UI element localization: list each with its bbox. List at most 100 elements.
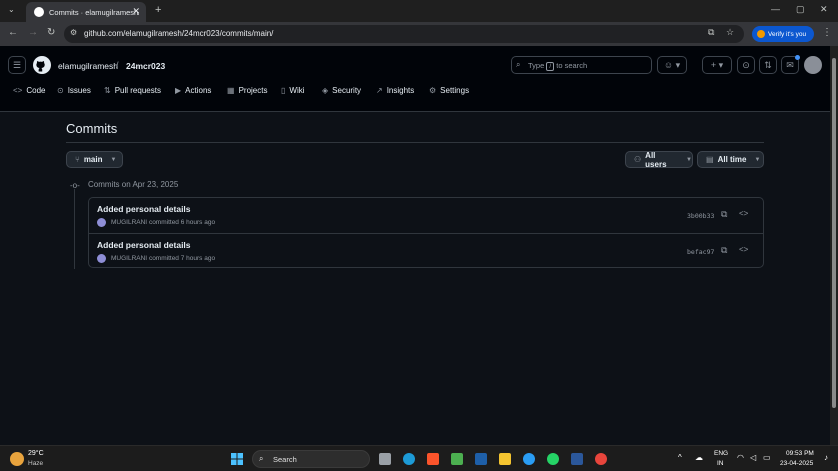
tab-security[interactable]: ◈ Security: [322, 86, 361, 95]
commit-row[interactable]: Added personal details MUGILRANI committ…: [89, 198, 763, 233]
insights-icon: ↗: [376, 86, 383, 95]
tab-pull-requests[interactable]: ⇅ Pull requests: [104, 86, 161, 95]
onedrive-icon[interactable]: ☁: [695, 453, 703, 462]
commit-time: 7 hours ago: [180, 255, 216, 262]
repo-owner-link[interactable]: elamugilramesh: [58, 61, 118, 71]
windows-start-icon[interactable]: [231, 453, 243, 465]
browser-menu-icon[interactable]: ⋮: [822, 27, 832, 38]
repo-name-link[interactable]: 24mcr023: [126, 61, 165, 71]
address-bar[interactable]: ⚙ github.com/elamugilramesh/24mcr023/com…: [64, 25, 744, 43]
taskbar-search-label: Search: [273, 455, 297, 464]
tab-code[interactable]: <> Code: [13, 86, 45, 95]
close-window-icon[interactable]: ✕: [820, 4, 828, 15]
back-icon[interactable]: ←: [8, 27, 18, 38]
profile-badge-icon: [757, 30, 765, 38]
close-tab-icon[interactable]: ✕: [132, 6, 140, 17]
file-explorer-icon[interactable]: [499, 453, 511, 465]
store-icon[interactable]: [451, 453, 463, 465]
commit-message-link[interactable]: Added personal details: [97, 204, 191, 214]
create-new-button[interactable]: + ▾: [702, 56, 732, 74]
forward-icon[interactable]: →: [28, 27, 38, 38]
chevron-down-icon: ▼: [110, 156, 117, 163]
page-scrollbar[interactable]: [830, 46, 838, 445]
search-shortcut-key: /: [546, 62, 555, 71]
wifi-icon[interactable]: ◠: [737, 453, 744, 462]
tab-menu-icon[interactable]: ⌄: [8, 5, 15, 14]
github-favicon-icon: [34, 7, 44, 17]
copilot-button[interactable]: ☺ ▾: [657, 56, 687, 74]
search-icon: ⌕: [516, 60, 521, 69]
github-header: ☰ elamugilramesh / 24mcr023 ⌕ Type / to …: [0, 46, 830, 112]
clock-date[interactable]: 23-04-2025: [780, 460, 813, 467]
url-text: github.com/elamugilramesh/24mcr023/commi…: [84, 29, 274, 38]
author-avatar[interactable]: [97, 254, 106, 263]
commit-author-link[interactable]: MUGILRANI: [111, 219, 147, 226]
task-view-icon[interactable]: [379, 453, 391, 465]
browser-app-icon[interactable]: [523, 453, 535, 465]
browse-code-icon[interactable]: <>: [739, 209, 748, 218]
new-tab-icon[interactable]: +: [155, 4, 161, 16]
commit-message-link[interactable]: Added personal details: [97, 240, 191, 250]
issues-button[interactable]: ⊙: [737, 56, 755, 74]
chrome-icon[interactable]: [595, 453, 607, 465]
input-region[interactable]: IN: [717, 460, 724, 467]
install-app-icon[interactable]: ⧉: [708, 27, 714, 38]
reload-icon[interactable]: ↻: [47, 27, 55, 38]
brave-icon[interactable]: [427, 453, 439, 465]
commit-sha-link[interactable]: befac97: [687, 248, 714, 256]
tab-actions-label: Actions: [185, 86, 212, 95]
github-logo-icon[interactable]: [33, 56, 51, 74]
branch-label: main: [83, 155, 103, 164]
pull-requests-button[interactable]: ⇅: [759, 56, 777, 74]
browse-code-icon[interactable]: <>: [739, 245, 748, 254]
time-filter-label: All time: [717, 155, 747, 164]
maximize-icon[interactable]: ▢: [796, 4, 805, 15]
verify-identity-button[interactable]: Verify it's you: [752, 26, 814, 42]
users-filter-button[interactable]: ⚇ All users ▼: [625, 151, 693, 169]
tab-settings[interactable]: ⚙ Settings: [429, 86, 469, 95]
browser-tab[interactable]: Commits · elamugilramesh/24m ✕: [26, 2, 146, 22]
commit-time: 6 hours ago: [180, 219, 216, 226]
edge-icon[interactable]: [403, 453, 415, 465]
wiki-icon: ▯: [281, 86, 286, 95]
search-placeholder-suffix: to search: [556, 61, 588, 70]
whatsapp-icon[interactable]: [547, 453, 559, 465]
search-input[interactable]: ⌕ Type / to search: [511, 56, 652, 74]
show-hidden-icons-icon[interactable]: ^: [678, 453, 682, 462]
notifications-bell-icon[interactable]: ♪: [824, 453, 828, 462]
taskbar-search[interactable]: ⌕ Search: [252, 450, 370, 468]
tab-projects[interactable]: ▦ Projects: [227, 86, 267, 95]
bookmark-star-icon[interactable]: ☆: [726, 27, 734, 38]
branch-select-button[interactable]: ⑂ main ▼: [66, 151, 123, 168]
weather-condition[interactable]: Haze: [28, 460, 43, 467]
copy-sha-icon[interactable]: ⧉: [721, 245, 727, 256]
user-avatar[interactable]: [804, 56, 822, 74]
tab-wiki[interactable]: ▯ Wiki: [281, 86, 305, 95]
input-language[interactable]: ENG: [714, 450, 728, 457]
tab-insights[interactable]: ↗ Insights: [376, 86, 414, 95]
weather-icon[interactable]: [10, 452, 24, 466]
projects-icon: ▦: [227, 86, 235, 95]
battery-icon[interactable]: ▭: [763, 453, 771, 462]
commit-sha-link[interactable]: 3b00b33: [687, 212, 714, 220]
volume-icon[interactable]: ◁: [750, 453, 756, 462]
weather-temperature[interactable]: 29°C: [28, 450, 44, 457]
word-icon[interactable]: [571, 453, 583, 465]
security-icon: ◈: [322, 86, 329, 95]
hamburger-menu-button[interactable]: ☰: [8, 56, 26, 74]
people-icon: ⚇: [634, 155, 642, 164]
commit-author-link[interactable]: MUGILRANI: [111, 255, 147, 262]
time-filter-button[interactable]: ▤ All time ▼: [697, 151, 764, 168]
site-info-icon[interactable]: ⚙: [70, 28, 77, 37]
tab-issues[interactable]: ⊙ Issues: [57, 86, 91, 95]
copy-sha-icon[interactable]: ⧉: [721, 209, 727, 220]
commit-row[interactable]: Added personal details MUGILRANI committ…: [89, 233, 763, 268]
scrollbar-thumb[interactable]: [832, 58, 836, 408]
minimize-icon[interactable]: —: [771, 4, 780, 14]
author-avatar[interactable]: [97, 218, 106, 227]
vscode-icon[interactable]: [475, 453, 487, 465]
windows-taskbar: 29°C Haze ⌕ Search ^ ☁ ENG IN ◠ ◁ ▭ 09:5…: [0, 445, 838, 471]
tab-actions[interactable]: ▶ Actions: [175, 86, 211, 95]
clock-time[interactable]: 09:53 PM: [786, 450, 814, 457]
browser-tab-bar: ⌄ Commits · elamugilramesh/24m ✕ + — ▢ ✕: [0, 0, 838, 22]
